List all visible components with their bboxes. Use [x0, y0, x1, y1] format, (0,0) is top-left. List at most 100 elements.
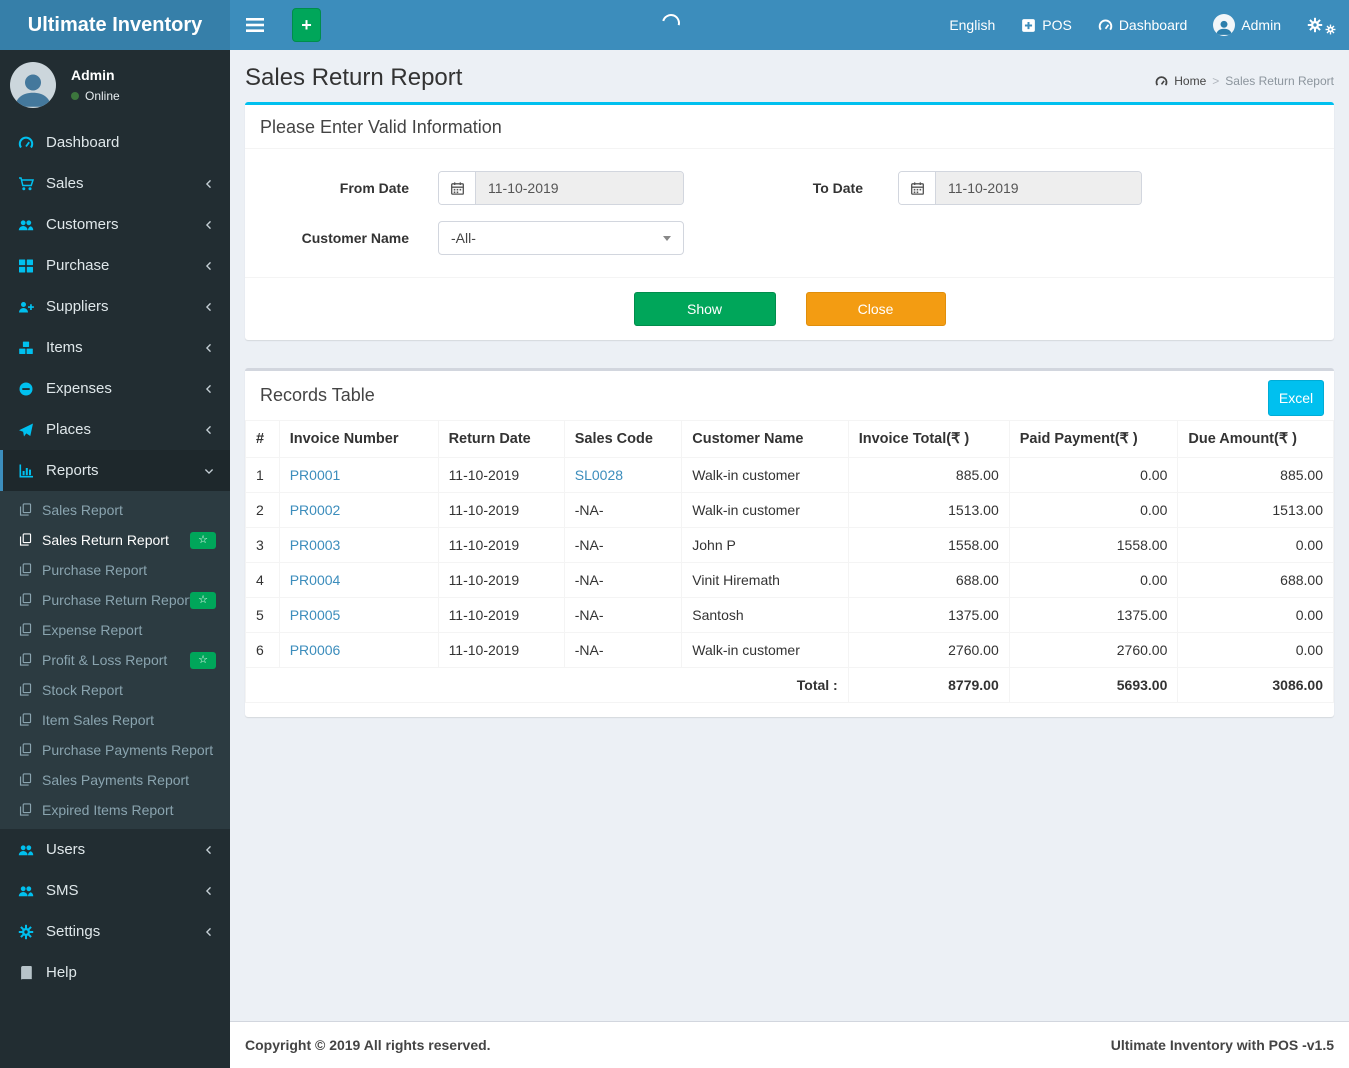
breadcrumb: Home > Sales Return Report [1155, 74, 1334, 88]
sidebar-item-purchase[interactable]: Purchase [0, 245, 230, 286]
nav-pos[interactable]: POS [1008, 0, 1085, 50]
sidebar-item-items[interactable]: Items [0, 327, 230, 368]
submenu-expired-items-report[interactable]: Expired Items Report [0, 795, 230, 825]
copy-icon [19, 653, 33, 667]
records-box-title: Records Table [260, 385, 375, 405]
page-title: Sales Return Report [245, 64, 463, 91]
calendar-icon[interactable] [439, 172, 476, 204]
table-header-row: # Invoice Number Return Date Sales Code … [245, 420, 1334, 458]
breadcrumb-separator: > [1212, 74, 1220, 88]
submenu-sales-payments-report[interactable]: Sales Payments Report [0, 765, 230, 795]
app-brand[interactable]: Ultimate Inventory [0, 0, 230, 50]
submenu-profit-loss-report[interactable]: Profit & Loss Report ☆ [0, 645, 230, 675]
chevron-left-icon [203, 844, 215, 856]
customer-name-select[interactable]: -All- [438, 221, 684, 255]
total-invoice: 8779.00 [847, 667, 1010, 703]
invoice-link[interactable]: PR0004 [290, 572, 341, 588]
submenu-purchase-payments-report[interactable]: Purchase Payments Report [0, 735, 230, 765]
invoice-link[interactable]: PR0006 [290, 642, 341, 658]
sales-code-link[interactable]: SL0028 [575, 467, 623, 483]
nav-dashboard[interactable]: Dashboard [1085, 0, 1201, 50]
invoice-link[interactable]: PR0005 [290, 607, 341, 623]
sidebar-item-users[interactable]: Users [0, 829, 230, 870]
chevron-left-icon [203, 178, 215, 190]
sidebar-user-status: Online [71, 89, 120, 103]
users-icon [18, 842, 35, 858]
users-icon [18, 217, 35, 233]
copy-icon [19, 773, 33, 787]
copy-icon [19, 563, 33, 577]
breadcrumb-home[interactable]: Home [1174, 74, 1206, 88]
plus-square-icon [1022, 18, 1036, 32]
sidebar-item-suppliers[interactable]: Suppliers [0, 286, 230, 327]
total-due: 3086.00 [1177, 667, 1334, 703]
sidebar-toggle-icon[interactable] [230, 0, 280, 50]
sidebar-item-places[interactable]: Places [0, 409, 230, 450]
submenu-item-sales-report[interactable]: Item Sales Report [0, 705, 230, 735]
records-table: # Invoice Number Return Date Sales Code … [245, 420, 1334, 703]
col-due-amount: Due Amount(₹ ) [1177, 420, 1334, 458]
chevron-left-icon [203, 926, 215, 938]
person-icon [15, 74, 51, 107]
sidebar-item-settings[interactable]: Settings [0, 911, 230, 952]
app-window: Ultimate Inventory + English POS Dashboa… [0, 0, 1349, 1068]
star-badge: ☆ [190, 531, 216, 549]
table-total-row: Total : 8779.00 5693.00 3086.00 [245, 667, 1334, 703]
copy-icon [19, 593, 33, 607]
table-row: 5 PR0005 11-10-2019 -NA- Santosh 1375.00… [245, 597, 1334, 633]
table-row: 2 PR0002 11-10-2019 -NA- Walk-in custome… [245, 492, 1334, 528]
to-date-input[interactable] [936, 172, 1141, 204]
col-index: # [245, 420, 280, 458]
invoice-link[interactable]: PR0002 [290, 502, 341, 518]
online-dot-icon [71, 92, 79, 100]
quick-add-button[interactable]: + [292, 8, 321, 42]
cogs-icon [18, 924, 35, 940]
sidebar-item-dashboard[interactable]: Dashboard [0, 122, 230, 163]
submenu-purchase-return-report[interactable]: Purchase Return Report ☆ [0, 585, 230, 615]
sidebar-item-expenses[interactable]: Expenses [0, 368, 230, 409]
copy-icon [19, 803, 33, 817]
content-wrapper: Sales Return Report Home > Sales Return … [230, 50, 1349, 1068]
filter-box-header: Please Enter Valid Information [245, 105, 1334, 149]
from-date-input[interactable] [476, 172, 683, 204]
cubes-icon [18, 340, 35, 356]
nav-user-menu[interactable]: Admin [1200, 0, 1294, 50]
sidebar-item-help[interactable]: Help [0, 952, 230, 993]
sidebar-item-sales[interactable]: Sales [0, 163, 230, 204]
reports-submenu: Sales Report Sales Return Report ☆ Purch… [0, 491, 230, 829]
excel-export-button[interactable]: Excel [1268, 380, 1324, 416]
content-header: Sales Return Report Home > Sales Return … [230, 50, 1349, 102]
sidebar-item-sms[interactable]: SMS [0, 870, 230, 911]
to-date-group [898, 171, 1142, 205]
col-return-date: Return Date [437, 420, 565, 458]
sidebar-user-name: Admin [71, 67, 115, 83]
filter-box-title: Please Enter Valid Information [260, 117, 502, 137]
col-invoice-number: Invoice Number [278, 420, 439, 458]
main-content: Please Enter Valid Information From Date… [230, 102, 1349, 717]
caret-down-icon [663, 235, 671, 241]
submenu-stock-report[interactable]: Stock Report [0, 675, 230, 705]
calendar-icon[interactable] [899, 172, 936, 204]
close-button[interactable]: Close [805, 292, 946, 326]
user-plus-icon [18, 299, 35, 315]
col-sales-code: Sales Code [563, 420, 683, 458]
main-header: Ultimate Inventory + English POS Dashboa… [0, 0, 1349, 50]
show-button[interactable]: Show [633, 292, 776, 326]
submenu-sales-report[interactable]: Sales Report [0, 495, 230, 525]
submenu-purchase-report[interactable]: Purchase Report [0, 555, 230, 585]
submenu-expense-report[interactable]: Expense Report [0, 615, 230, 645]
loading-spinner-icon [658, 10, 684, 36]
table-row: 3 PR0003 11-10-2019 -NA- John P 1558.00 … [245, 527, 1334, 563]
invoice-link[interactable]: PR0001 [290, 467, 341, 483]
footer-version: Ultimate Inventory with POS -v1.5 [1110, 1037, 1334, 1053]
submenu-sales-return-report[interactable]: Sales Return Report ☆ [0, 525, 230, 555]
nav-settings[interactable] [1294, 0, 1349, 50]
total-label: Total : [245, 667, 849, 703]
sidebar-item-reports[interactable]: Reports [0, 450, 230, 491]
cart-icon [18, 176, 35, 192]
sidebar-item-customers[interactable]: Customers [0, 204, 230, 245]
invoice-link[interactable]: PR0003 [290, 537, 341, 553]
cog-small-icon [1325, 24, 1336, 34]
table-row: 6 PR0006 11-10-2019 -NA- Walk-in custome… [245, 632, 1334, 668]
nav-language[interactable]: English [936, 0, 1008, 50]
